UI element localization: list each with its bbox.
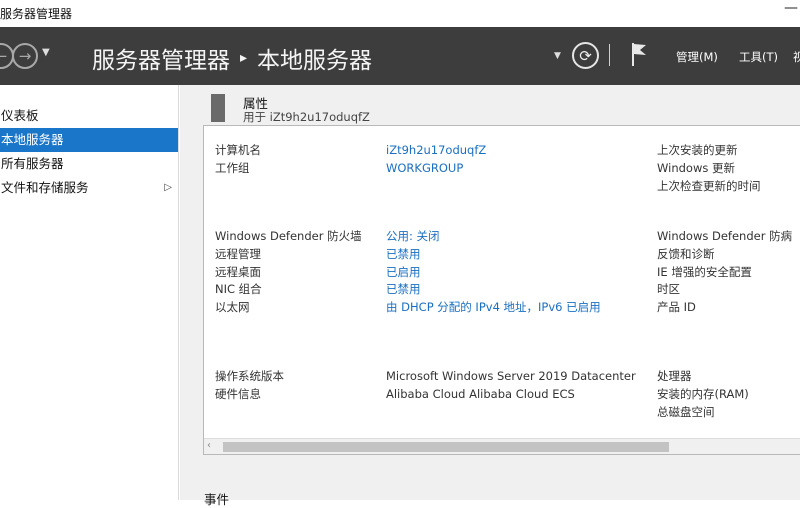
breadcrumb-current: 本地服务器 (257, 48, 373, 74)
prop-label-feedback-diagnostics: 反馈和诊断 (657, 247, 715, 261)
sidebar-item-dashboard[interactable]: 仪表板 (0, 104, 178, 128)
sidebar-item-label: 所有服务器 (1, 156, 64, 171)
properties-subtitle: 用于 iZt9h2u17oduqfZ (243, 110, 370, 124)
forward-button[interactable]: → (12, 43, 38, 69)
server-icon (211, 94, 225, 122)
sidebar-item-file-storage[interactable]: 文件和存储服务 ▷ (0, 176, 178, 200)
prop-label-product-id: 产品 ID (657, 300, 696, 314)
prop-label-ethernet: 以太网 (215, 300, 250, 314)
menu-view[interactable]: 视 (793, 49, 800, 65)
prop-label-last-installed-updates: 上次安装的更新 (657, 143, 738, 157)
sidebar-item-all-servers[interactable]: 所有服务器 (0, 152, 178, 176)
prop-label-remote-desktop: 远程桌面 (215, 265, 261, 279)
prop-label-computer-name: 计算机名 (215, 143, 261, 157)
notifications-flag-icon[interactable] (630, 41, 648, 67)
title-bar: 服务器管理器 — (0, 0, 800, 27)
prop-value-os-version: Microsoft Windows Server 2019 Datacenter (386, 369, 636, 383)
prop-value-computer-name[interactable]: iZt9h2u17oduqfZ (386, 143, 486, 157)
refresh-button[interactable]: ⟳ (572, 42, 599, 69)
menu-tools[interactable]: 工具(T) (739, 49, 778, 65)
prop-value-hardware: Alibaba Cloud Alibaba Cloud ECS (386, 387, 575, 401)
sidebar-item-label: 本地服务器 (1, 132, 64, 147)
main-content: 属性 用于 iZt9h2u17oduqfZ 计算机名 iZt9h2u17oduq… (180, 85, 800, 507)
prop-label-workgroup: 工作组 (215, 161, 250, 175)
scrollbar-thumb[interactable] (223, 442, 669, 452)
prop-label-windows-update: Windows 更新 (657, 161, 735, 175)
prop-label-processor: 处理器 (657, 369, 692, 383)
prop-label-installed-memory: 安装的内存(RAM) (657, 387, 749, 401)
prop-label-time-zone: 时区 (657, 282, 680, 296)
breadcrumb-root[interactable]: 服务器管理器 (92, 41, 230, 75)
sidebar: 仪表板 本地服务器 所有服务器 文件和存储服务 ▷ (0, 85, 179, 500)
prop-value-workgroup[interactable]: WORKGROUP (386, 161, 463, 175)
window-title: 服务器管理器 (0, 7, 73, 21)
prop-label-last-checked-updates: 上次检查更新的时间 (657, 179, 761, 193)
prop-label-firewall: Windows Defender 防火墙 (215, 229, 362, 243)
refresh-icon: ⟳ (579, 46, 592, 65)
prop-value-nic-teaming[interactable]: 已禁用 (386, 282, 421, 296)
sidebar-item-label: 文件和存储服务 (1, 180, 89, 195)
prop-value-remote-desktop[interactable]: 已启用 (386, 265, 421, 279)
prop-label-os-version: 操作系统版本 (215, 369, 284, 383)
nav-history-dropdown[interactable]: ▼ (42, 47, 50, 58)
arrow-right-icon: → (18, 47, 32, 65)
events-title: 事件 (204, 492, 230, 507)
scroll-left-icon[interactable]: ‹ (207, 440, 211, 451)
breadcrumb: 服务器管理器 ▸ 本地服务器 (92, 41, 372, 75)
prop-label-defender-antivirus: Windows Defender 防病 (657, 229, 793, 243)
prop-value-firewall[interactable]: 公用: 关闭 (386, 229, 440, 243)
header-divider (609, 44, 610, 66)
prop-value-ethernet[interactable]: 由 DHCP 分配的 IPv4 地址，IPv6 已启用 (386, 300, 601, 314)
menu-manage[interactable]: 管理(M) (676, 49, 718, 65)
prop-value-remote-management[interactable]: 已禁用 (386, 247, 421, 261)
prop-label-hardware: 硬件信息 (215, 387, 261, 401)
expand-arrow-icon[interactable]: ▷ (164, 176, 172, 200)
prop-label-total-disk: 总磁盘空间 (657, 405, 715, 419)
header-dropdown[interactable]: ▼ (554, 51, 561, 61)
breadcrumb-separator-icon: ▸ (240, 50, 248, 66)
prop-label-nic-teaming: NIC 组合 (215, 282, 262, 296)
sidebar-item-local-server[interactable]: 本地服务器 (0, 128, 178, 152)
arrow-left-icon: ← (0, 47, 8, 65)
minimize-button[interactable]: — (784, 0, 798, 16)
prop-label-remote-management: 远程管理 (215, 247, 261, 261)
app-header: ← → ▼ 服务器管理器 ▸ 本地服务器 ▼ ⟳ 管理(M) 工具(T) 视 (0, 27, 800, 85)
prop-label-ie-esc: IE 增强的安全配置 (657, 265, 752, 279)
properties-panel: 计算机名 iZt9h2u17oduqfZ 工作组 WORKGROUP Windo… (203, 125, 800, 455)
horizontal-scrollbar[interactable]: ‹ (204, 438, 800, 454)
sidebar-item-label: 仪表板 (1, 108, 39, 123)
properties-header: 属性 用于 iZt9h2u17oduqfZ (180, 85, 800, 124)
